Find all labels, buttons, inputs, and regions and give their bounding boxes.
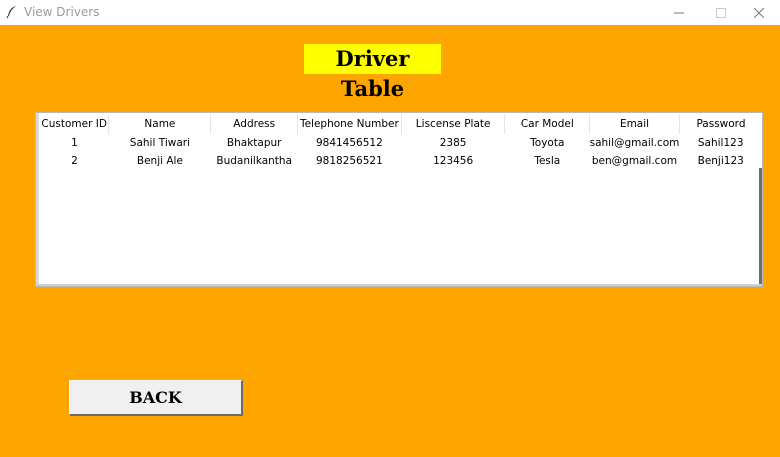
cell-telephone: 9841456512 (315, 137, 383, 149)
table-bottom-border (36, 284, 762, 286)
cell-email: ben@gmail.com (591, 155, 678, 167)
back-button[interactable]: BACK (69, 380, 243, 416)
window-title: View Drivers (24, 5, 100, 19)
close-button[interactable] (736, 0, 780, 25)
column-header-name[interactable]: Name (108, 114, 212, 134)
main-area: Driver Table Customer ID Name Address Te… (0, 25, 780, 457)
table-row[interactable]: 2 Benji Ale Budanilkantha 9818256521 123… (40, 152, 762, 170)
cell-customer-id: 2 (71, 155, 78, 167)
cell-address: Bhaktapur (226, 137, 282, 149)
cell-address: Budanilkantha (216, 155, 293, 167)
page-title: Driver Table (304, 44, 441, 101)
cell-car-model: Tesla (534, 155, 561, 167)
minimize-button[interactable] (656, 0, 702, 25)
cell-password: Sahil123 (697, 137, 744, 149)
cell-telephone: 9818256521 (315, 155, 383, 167)
feather-icon (6, 6, 16, 19)
cell-email: sahil@gmail.com (589, 137, 680, 149)
column-header-customer-id[interactable]: Customer ID (40, 114, 110, 134)
column-header-license-plate[interactable]: Liscense Plate (401, 114, 506, 134)
cell-name: Sahil Tiwari (129, 137, 190, 149)
cell-password: Benji123 (697, 155, 744, 167)
column-header-telephone[interactable]: Telephone Number (297, 114, 402, 134)
driver-grid: Customer ID Name Address Telephone Numbe… (40, 114, 762, 170)
title-bar: View Drivers (0, 0, 780, 25)
cell-customer-id: 1 (71, 137, 78, 149)
cell-car-model: Toyota (530, 137, 565, 149)
vertical-scrollbar[interactable] (759, 168, 762, 286)
table-row[interactable]: 1 Sahil Tiwari Bhaktapur 9841456512 2385… (40, 134, 762, 152)
minimize-icon (674, 12, 684, 13)
column-header-address[interactable]: Address (210, 114, 298, 134)
cell-name: Benji Ale (136, 155, 183, 167)
close-icon (754, 7, 764, 18)
cell-license-plate: 2385 (439, 137, 467, 149)
driver-table[interactable]: Customer ID Name Address Telephone Numbe… (35, 112, 763, 287)
column-header-email[interactable]: Email (589, 114, 680, 134)
table-left-border (36, 113, 39, 286)
column-header-car-model[interactable]: Car Model (504, 114, 591, 134)
column-header-password[interactable]: Password (679, 114, 762, 134)
maximize-icon (716, 7, 726, 18)
cell-license-plate: 123456 (433, 155, 474, 167)
table-header-row: Customer ID Name Address Telephone Numbe… (40, 114, 762, 134)
